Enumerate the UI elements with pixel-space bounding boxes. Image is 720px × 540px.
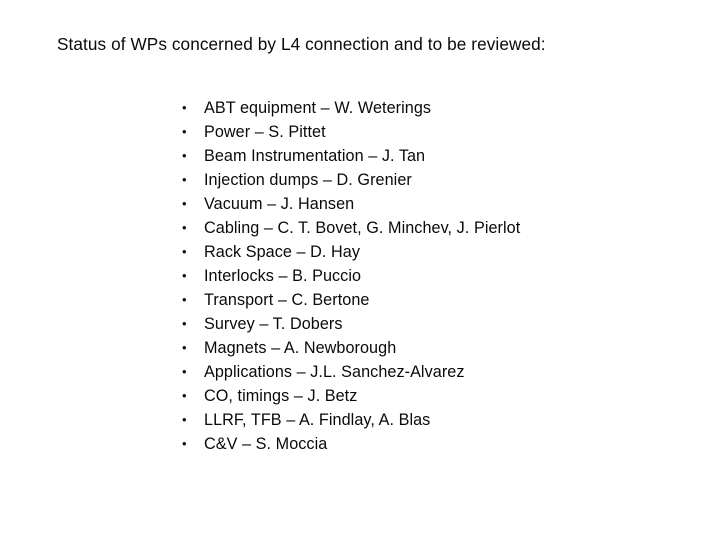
list-item: • Vacuum – J. Hansen (178, 192, 698, 216)
list-item-label: Survey – T. Dobers (204, 315, 343, 333)
list-item: • Magnets – A. Newborough (178, 336, 698, 360)
bullet-point-icon: • (182, 196, 187, 211)
list-item: • Power – S. Pittet (178, 120, 698, 144)
list-item: • Injection dumps – D. Grenier (178, 168, 698, 192)
list-item: • Rack Space – D. Hay (178, 240, 698, 264)
list-item-label: ABT equipment – W. Weterings (204, 99, 432, 117)
list-item: • Applications – J.L. Sanchez-Alvarez (178, 360, 698, 384)
list-item-label: Cabling – C. T. Bovet, G. Minchev, J. Pi… (204, 219, 521, 237)
list-item-label: Beam Instrumentation – J. Tan (204, 147, 426, 165)
list-item: • C&V – S. Moccia (178, 432, 698, 456)
work-package-list: • ABT equipment – W. Weterings • Power –… (178, 96, 698, 456)
bullet-point-icon: • (182, 388, 187, 403)
list-item: • Transport – C. Bertone (178, 288, 698, 312)
bullet-point-icon: • (182, 100, 187, 115)
list-item-label: C&V – S. Moccia (204, 435, 328, 453)
bullet-point-icon: • (182, 220, 187, 235)
list-item-label: Interlocks – B. Puccio (204, 267, 362, 285)
list-item-label: Vacuum – J. Hansen (204, 195, 355, 213)
bullet-point-icon: • (182, 244, 187, 259)
list-item-label: Injection dumps – D. Grenier (204, 171, 412, 189)
list-item: • Interlocks – B. Puccio (178, 264, 698, 288)
bullet-point-icon: • (182, 436, 187, 451)
bullet-point-icon: • (182, 340, 187, 355)
list-item-label: CO, timings – J. Betz (204, 387, 358, 405)
list-item: • Cabling – C. T. Bovet, G. Minchev, J. … (178, 216, 698, 240)
bullet-point-icon: • (182, 268, 187, 283)
bullet-point-icon: • (182, 316, 187, 331)
list-item-label: Magnets – A. Newborough (204, 339, 397, 357)
list-item-label: Applications – J.L. Sanchez-Alvarez (204, 363, 465, 381)
bullet-point-icon: • (182, 364, 187, 379)
bullet-point-icon: • (182, 124, 187, 139)
list-item: • LLRF, TFB – A. Findlay, A. Blas (178, 408, 698, 432)
bullet-point-icon: • (182, 172, 187, 187)
slide-canvas: Status of WPs concerned by L4 connection… (0, 0, 720, 540)
list-item-label: Power – S. Pittet (204, 123, 326, 141)
list-item: • ABT equipment – W. Weterings (178, 96, 698, 120)
bullet-point-icon: • (182, 412, 187, 427)
list-item-label: Rack Space – D. Hay (204, 243, 360, 261)
list-item: • CO, timings – J. Betz (178, 384, 698, 408)
bullet-point-icon: • (182, 148, 187, 163)
bullet-point-icon: • (182, 292, 187, 307)
list-item: • Survey – T. Dobers (178, 312, 698, 336)
list-item-label: LLRF, TFB – A. Findlay, A. Blas (204, 411, 431, 429)
page-title: Status of WPs concerned by L4 connection… (57, 34, 546, 54)
list-item: • Beam Instrumentation – J. Tan (178, 144, 698, 168)
list-item-label: Transport – C. Bertone (204, 291, 370, 309)
